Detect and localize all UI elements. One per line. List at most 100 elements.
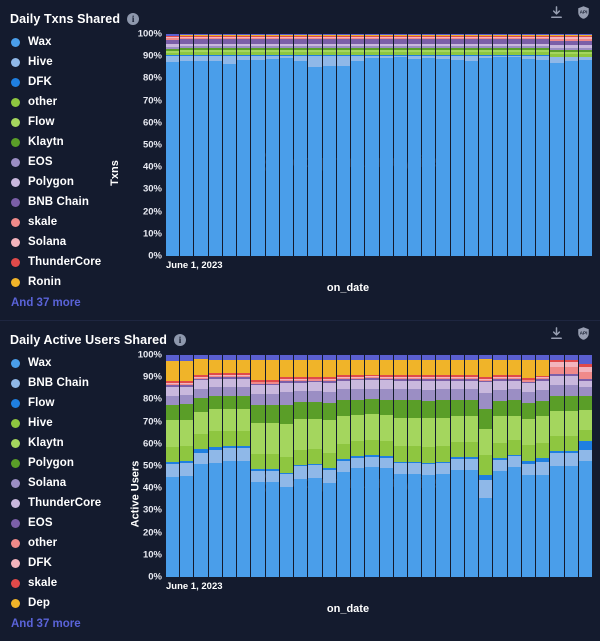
- bar-segment[interactable]: [393, 417, 407, 447]
- bar-segment[interactable]: [166, 446, 180, 463]
- bar-segment[interactable]: [365, 440, 379, 456]
- bar-segment[interactable]: [336, 380, 351, 390]
- bar-stack[interactable]: [336, 34, 351, 256]
- bar-segment[interactable]: [194, 359, 208, 375]
- bar-segment[interactable]: [436, 359, 450, 376]
- bar-segment[interactable]: [507, 56, 521, 256]
- bar-segment[interactable]: [351, 441, 365, 457]
- bar-stack[interactable]: [208, 355, 222, 577]
- bar-segment[interactable]: [166, 420, 180, 447]
- bar-segment[interactable]: [180, 404, 194, 420]
- bar-stack[interactable]: [379, 34, 393, 256]
- bar-segment[interactable]: [536, 461, 550, 476]
- bar-segment[interactable]: [550, 375, 564, 385]
- bar-stack[interactable]: [450, 355, 464, 577]
- bar-segment[interactable]: [479, 57, 493, 256]
- bar-segment[interactable]: [507, 400, 521, 416]
- bar-segment[interactable]: [422, 380, 436, 390]
- bar-segment[interactable]: [521, 464, 536, 476]
- bar-segment[interactable]: [322, 391, 336, 403]
- bar-segment[interactable]: [464, 61, 479, 256]
- bar-segment[interactable]: [237, 387, 251, 397]
- bar-segment[interactable]: [351, 415, 365, 442]
- bar-segment[interactable]: [464, 458, 479, 470]
- bar-segment[interactable]: [379, 57, 393, 256]
- bar-segment[interactable]: [479, 408, 493, 429]
- bar-segment[interactable]: [322, 452, 336, 469]
- bar-segment[interactable]: [336, 415, 351, 445]
- bar-segment[interactable]: [507, 415, 521, 440]
- bar-segment[interactable]: [222, 55, 237, 65]
- bar-segment[interactable]: [294, 61, 308, 256]
- bar-segment[interactable]: [578, 409, 593, 430]
- bar-segment[interactable]: [407, 380, 422, 390]
- bar-segment[interactable]: [521, 418, 536, 446]
- bar-segment[interactable]: [222, 431, 237, 447]
- bar-segment[interactable]: [222, 409, 237, 432]
- bar-stack[interactable]: [336, 355, 351, 577]
- bar-segment[interactable]: [507, 439, 521, 456]
- bar-segment[interactable]: [464, 380, 479, 390]
- bar-segment[interactable]: [407, 400, 422, 418]
- bar-stack[interactable]: [422, 34, 436, 256]
- bar-segment[interactable]: [180, 462, 194, 476]
- bar-segment[interactable]: [365, 414, 379, 441]
- bar-segment[interactable]: [322, 420, 336, 453]
- bar-segment[interactable]: [578, 380, 593, 388]
- bar-segment[interactable]: [194, 411, 208, 434]
- bar-segment[interactable]: [351, 399, 365, 416]
- bar-stack[interactable]: [166, 34, 180, 256]
- bar-segment[interactable]: [336, 55, 351, 66]
- bar-segment[interactable]: [279, 473, 294, 488]
- bar-segment[interactable]: [180, 395, 194, 405]
- bar-segment[interactable]: [450, 458, 464, 470]
- bar-segment[interactable]: [379, 399, 393, 416]
- bar-segment[interactable]: [479, 454, 493, 475]
- bar-segment[interactable]: [436, 446, 450, 462]
- bar-stack[interactable]: [222, 34, 237, 256]
- bar-segment[interactable]: [422, 447, 436, 463]
- bar-segment[interactable]: [578, 59, 593, 256]
- bar-segment[interactable]: [166, 477, 180, 577]
- bar-stack[interactable]: [436, 34, 450, 256]
- bar-segment[interactable]: [379, 359, 393, 375]
- bar-stack[interactable]: [422, 355, 436, 577]
- bar-segment[interactable]: [279, 359, 294, 378]
- bar-segment[interactable]: [407, 58, 422, 256]
- bar-segment[interactable]: [521, 403, 536, 419]
- bar-segment[interactable]: [493, 416, 507, 443]
- bar-segment[interactable]: [308, 401, 322, 419]
- bar-segment[interactable]: [578, 372, 593, 379]
- bar-segment[interactable]: [294, 449, 308, 465]
- bar-stack[interactable]: [578, 34, 593, 256]
- bar-segment[interactable]: [521, 383, 536, 393]
- bar-segment[interactable]: [365, 380, 379, 389]
- bar-segment[interactable]: [564, 367, 578, 375]
- bar-stack[interactable]: [407, 34, 422, 256]
- bar-segment[interactable]: [308, 478, 322, 577]
- bar-segment[interactable]: [493, 359, 507, 376]
- bar-segment[interactable]: [379, 389, 393, 400]
- bar-segment[interactable]: [265, 453, 279, 470]
- bar-segment[interactable]: [393, 446, 407, 462]
- bar-segment[interactable]: [393, 473, 407, 577]
- bar-segment[interactable]: [550, 367, 564, 375]
- bar-stack[interactable]: [294, 34, 308, 256]
- bar-segment[interactable]: [578, 440, 593, 450]
- bar-segment[interactable]: [208, 360, 222, 374]
- api-icon[interactable]: API: [575, 4, 592, 21]
- bar-segment[interactable]: [194, 433, 208, 450]
- bar-segment[interactable]: [407, 473, 422, 577]
- bar-stack[interactable]: [322, 355, 336, 577]
- bar-segment[interactable]: [194, 380, 208, 390]
- bar-segment[interactable]: [279, 57, 294, 256]
- bar-segment[interactable]: [336, 359, 351, 376]
- bar-segment[interactable]: [265, 359, 279, 380]
- bar-segment[interactable]: [493, 470, 507, 577]
- bar-stack[interactable]: [208, 34, 222, 256]
- bar-segment[interactable]: [493, 380, 507, 390]
- bar-segment[interactable]: [479, 480, 493, 498]
- bar-segment[interactable]: [194, 452, 208, 464]
- bar-segment[interactable]: [194, 398, 208, 412]
- bar-segment[interactable]: [550, 384, 564, 396]
